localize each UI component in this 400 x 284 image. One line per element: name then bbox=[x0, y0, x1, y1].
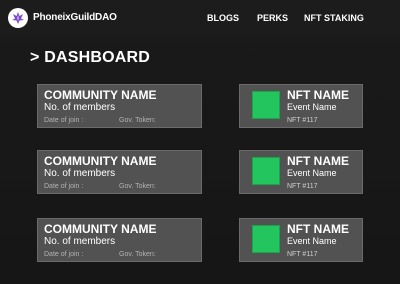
community-members: No. of members bbox=[44, 102, 116, 113]
nav-link-perks[interactable]: PERKS bbox=[257, 13, 288, 23]
nft-id: NFT #117 bbox=[287, 117, 318, 124]
nft-id: NFT #117 bbox=[287, 251, 318, 258]
community-name: COMMUNITY NAME bbox=[44, 154, 157, 168]
navbar: PhoneixGuildDAO BLOGS PERKS NFT STAKING bbox=[0, 0, 400, 36]
community-card[interactable]: COMMUNITY NAME No. of members Date of jo… bbox=[37, 150, 202, 194]
nft-event-name: Event Name bbox=[287, 168, 337, 178]
community-name: COMMUNITY NAME bbox=[44, 222, 157, 236]
brand-name[interactable]: PhoneixGuildDAO bbox=[33, 12, 117, 23]
page-title: > DASHBOARD bbox=[30, 49, 150, 66]
community-join-date: Date of join : bbox=[44, 117, 84, 124]
community-gov-token: Gov. Token: bbox=[119, 183, 156, 190]
community-members: No. of members bbox=[44, 168, 116, 179]
nft-name: NFT NAME bbox=[287, 154, 349, 168]
community-name: COMMUNITY NAME bbox=[44, 88, 157, 102]
community-card[interactable]: COMMUNITY NAME No. of members Date of jo… bbox=[37, 218, 202, 262]
nft-event-name: Event Name bbox=[287, 236, 337, 246]
nft-name: NFT NAME bbox=[287, 222, 349, 236]
community-members: No. of members bbox=[44, 236, 116, 247]
community-card[interactable]: COMMUNITY NAME No. of members Date of jo… bbox=[37, 84, 202, 128]
phoenix-logo-icon[interactable] bbox=[8, 8, 28, 28]
nft-card[interactable]: NFT NAME Event Name NFT #117 bbox=[239, 84, 363, 128]
community-join-date: Date of join : bbox=[44, 183, 84, 190]
nft-name: NFT NAME bbox=[287, 88, 349, 102]
community-join-date: Date of join : bbox=[44, 251, 84, 258]
nft-id: NFT #117 bbox=[287, 183, 318, 190]
nav-link-nft-staking[interactable]: NFT STAKING bbox=[304, 13, 364, 23]
nav-link-blogs[interactable]: BLOGS bbox=[207, 13, 239, 23]
nft-thumbnail bbox=[252, 91, 280, 119]
community-gov-token: Gov. Token: bbox=[119, 251, 156, 258]
nft-card[interactable]: NFT NAME Event Name NFT #117 bbox=[239, 218, 363, 262]
community-gov-token: Gov. Token: bbox=[119, 117, 156, 124]
nft-thumbnail bbox=[252, 157, 280, 185]
nft-card[interactable]: NFT NAME Event Name NFT #117 bbox=[239, 150, 363, 194]
nft-event-name: Event Name bbox=[287, 102, 337, 112]
nft-thumbnail bbox=[252, 225, 280, 253]
